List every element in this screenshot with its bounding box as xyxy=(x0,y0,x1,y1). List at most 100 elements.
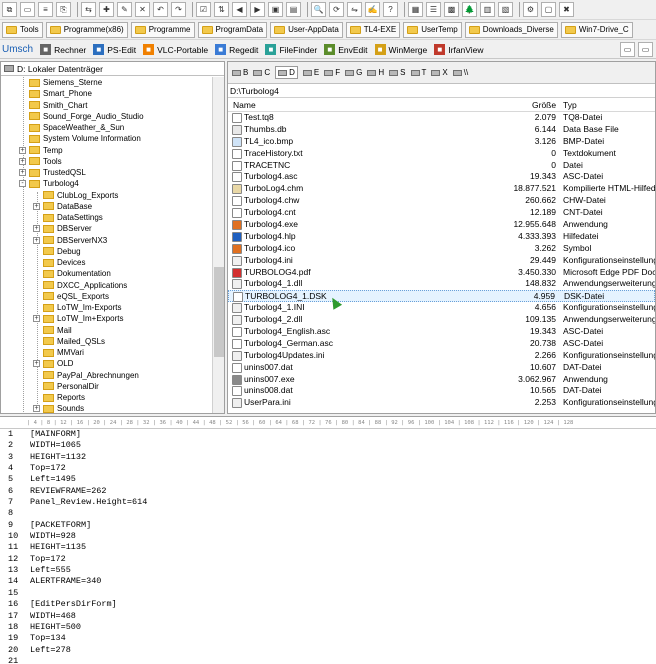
folder-tree[interactable]: Siemens_Sterne Smart_Phone Smith_Chart Soun… xyxy=(1,77,212,413)
forward-button[interactable]: ▶ xyxy=(250,2,265,17)
tree-node[interactable]: DataSettings xyxy=(1,212,212,223)
tree-node[interactable]: ClubLog_Exports xyxy=(1,190,212,201)
file-row[interactable]: unins007.exe 3.062.967 Anwendung xyxy=(228,374,655,386)
tree-node[interactable]: Dokumentation xyxy=(1,268,212,279)
new-folder-button[interactable]: ✚ xyxy=(99,2,114,17)
file-row[interactable]: Turbolog4.hlp 4.333.393 Hilfedatei xyxy=(228,231,655,243)
drive-button-f[interactable]: F xyxy=(324,68,340,77)
line-text[interactable]: Left=555 xyxy=(26,565,71,576)
line-text[interactable]: WIDTH=468 xyxy=(26,611,76,622)
brief-button[interactable]: ▥ xyxy=(480,2,495,17)
binoculars-button[interactable]: 🔍 xyxy=(311,2,326,17)
tree-node[interactable]: PersonalDir xyxy=(1,381,212,392)
tree-scrollbar-thumb[interactable] xyxy=(214,267,224,357)
tree-node[interactable]: Sound_Forge_Audio_Studio xyxy=(1,111,212,122)
file-row[interactable]: TURBOLOG4_1.DSK 4.959 DSK-Datei xyxy=(228,290,655,303)
file-row[interactable]: Turbolog4.chw 260.662 CHW-Datei xyxy=(228,195,655,207)
column-type-header[interactable]: Typ xyxy=(563,100,577,110)
calculator-button[interactable]: ■ Rechner xyxy=(40,44,86,55)
expand-icon[interactable]: + xyxy=(33,360,40,368)
window-button[interactable]: ▢ xyxy=(541,2,556,17)
file-row[interactable]: unins007.dat 10.607 DAT-Datei xyxy=(228,362,655,374)
folder-shortcut-button[interactable]: UserTemp xyxy=(403,21,462,38)
ini-text-editor[interactable]: | 4 | 8 | 12 | 16 | 20 | 24 | 28 | 32 | … xyxy=(0,416,656,664)
close-button[interactable]: ✖ xyxy=(559,2,574,17)
line-text[interactable]: HEIGHT=1135 xyxy=(26,542,86,553)
ps-edit-button[interactable]: ■ PS-Edit xyxy=(93,44,136,55)
drive-button-g[interactable]: G xyxy=(345,68,362,77)
editor-content[interactable]: 1 [MAINFORM] 2 WIDTH=1065 3 HEIGHT=1132 4 Top=1… xyxy=(0,429,656,664)
folder-shortcut-button[interactable]: Programme(x86) xyxy=(45,21,128,38)
tree-node[interactable]: + Tools xyxy=(1,156,212,167)
sort-button[interactable]: ⇅ xyxy=(214,2,229,17)
drive-button-e[interactable]: E xyxy=(302,68,319,77)
tree-node[interactable]: DXCC_Applications xyxy=(1,280,212,291)
file-row[interactable]: Turbolog4.exe 12.955.648 Anwendung xyxy=(228,219,655,231)
drive-button-x[interactable]: X xyxy=(431,68,448,77)
line-text[interactable] xyxy=(26,656,30,664)
line-text[interactable]: [EditPersDirForm] xyxy=(26,599,117,610)
notepad-button[interactable]: ✍ xyxy=(365,2,380,17)
tree-node[interactable]: - Turbolog4 xyxy=(1,178,212,189)
tree-node[interactable]: System Volume Information xyxy=(1,133,212,144)
tree-node[interactable]: + LoTW_Im+Exports xyxy=(1,313,212,324)
tree-node[interactable]: Smith_Chart xyxy=(1,100,212,111)
current-path[interactable]: D:\Turbolog4 xyxy=(228,84,655,98)
tree-node[interactable]: PayPal_Abrechnungen xyxy=(1,370,212,381)
file-row[interactable]: UserPara.ini 2.253 Konfigurationseinstellu… xyxy=(228,397,655,409)
file-row[interactable]: TurboLog4.chm 18.877.521 Kompilierte HTML-… xyxy=(228,183,655,195)
line-text[interactable]: Top=172 xyxy=(26,463,66,474)
line-text[interactable]: WIDTH=1065 xyxy=(26,440,81,451)
file-row[interactable]: TraceHistory.txt 0 Textdokument xyxy=(228,148,655,160)
drive-button-s[interactable]: S xyxy=(389,68,406,77)
drive-button-t[interactable]: T xyxy=(410,68,426,77)
expand-icon[interactable]: + xyxy=(33,236,40,244)
line-text[interactable]: Left=278 xyxy=(26,645,71,656)
full-button[interactable]: ▧ xyxy=(498,2,513,17)
undo-button[interactable]: ↶ xyxy=(153,2,168,17)
window-split-icon[interactable]: ▭ xyxy=(638,42,653,57)
collapse-icon[interactable]: - xyxy=(19,180,26,188)
folder-shortcut-button[interactable]: TL4-EXE xyxy=(345,21,401,38)
file-row[interactable]: Turbolog4_German.asc 20.738 ASC-Datei xyxy=(228,338,655,350)
list-button[interactable]: ≡ xyxy=(38,2,53,17)
drive-button-c[interactable]: C xyxy=(253,68,270,77)
file-row[interactable]: Thumbs.db 6.144 Data Base File xyxy=(228,124,655,136)
thumbnails-button[interactable]: ▩ xyxy=(444,2,459,17)
line-text[interactable]: HEIGHT=500 xyxy=(26,622,81,633)
rename-button[interactable]: ✎ xyxy=(117,2,132,17)
unpack-button[interactable]: ▤ xyxy=(286,2,301,17)
line-text[interactable]: WIDTH=928 xyxy=(26,531,76,542)
folder-shortcut-button[interactable]: Tools xyxy=(2,21,43,38)
views-button[interactable]: ▦ xyxy=(408,2,423,17)
tree-node[interactable]: + DataBase xyxy=(1,201,212,212)
line-text[interactable]: Top=134 xyxy=(26,633,66,644)
line-text[interactable]: ALERTFRAME=340 xyxy=(26,576,101,587)
envedit-button[interactable]: ■ EnvEdit xyxy=(324,44,368,55)
drive-selector[interactable]: D: Lokaler Datenträger xyxy=(1,62,224,76)
filefinder-button[interactable]: ■ FileFinder xyxy=(265,44,317,55)
file-row[interactable]: Test.tq8 2.079 TQ8-Datei xyxy=(228,112,655,124)
file-row[interactable]: unins008.dat 10.565 DAT-Datei xyxy=(228,385,655,397)
file-row[interactable]: Turbolog4.ico 3.262 Symbol xyxy=(228,243,655,255)
expand-icon[interactable]: + xyxy=(19,146,26,154)
delete-button[interactable]: ✕ xyxy=(135,2,150,17)
line-text[interactable]: Left=1495 xyxy=(26,474,76,485)
tree-node[interactable]: Debug xyxy=(1,246,212,257)
details-button[interactable]: ☰ xyxy=(426,2,441,17)
tree-button[interactable]: 🌲 xyxy=(462,2,477,17)
expand-icon[interactable]: + xyxy=(33,202,40,210)
tree-node[interactable]: + Sounds xyxy=(1,403,212,413)
tree-node[interactable]: SpaceWeather_&_Sun xyxy=(1,122,212,133)
tree-node[interactable]: + DBServerNX3 xyxy=(1,235,212,246)
tree-node[interactable]: Smart_Phone xyxy=(1,88,212,99)
copy-button[interactable]: ⧉ xyxy=(2,2,17,17)
tree-node[interactable]: Reports xyxy=(1,392,212,403)
drive-button-network[interactable]: \\ xyxy=(452,68,468,77)
window-layout-icon[interactable]: ▭ xyxy=(620,42,635,57)
file-row[interactable]: Turbolog4.asc 19.343 ASC-Datei xyxy=(228,171,655,183)
tree-node[interactable]: eQSL_Exports xyxy=(1,291,212,302)
folder-shortcut-button[interactable]: Win7-Drive_C xyxy=(560,21,633,38)
tree-node[interactable]: Siemens_Sterne xyxy=(1,77,212,88)
move-button[interactable]: ⇆ xyxy=(81,2,96,17)
